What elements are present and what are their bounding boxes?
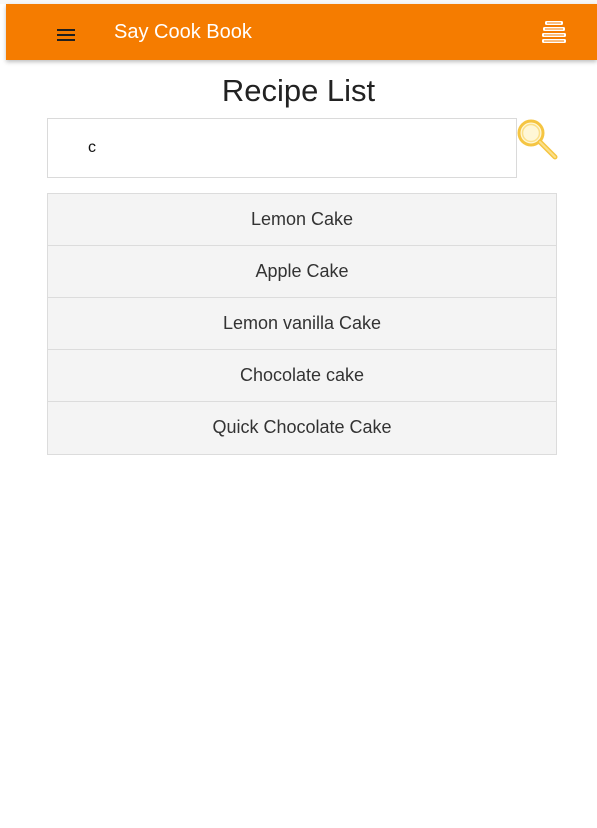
- recipe-item-lemon-cake[interactable]: Lemon Cake: [48, 194, 556, 246]
- search-input[interactable]: [48, 119, 516, 177]
- app-title: Say Cook Book: [114, 21, 252, 43]
- recipe-item-lemon-vanilla-cake[interactable]: Lemon vanilla Cake: [48, 298, 556, 350]
- app-toolbar: Say Cook Book: [6, 4, 597, 60]
- app-root: Say Cook Book Recipe List Lemon C: [0, 0, 597, 828]
- recipe-item-apple-cake[interactable]: Apple Cake: [48, 246, 556, 298]
- recipe-list: Lemon Cake Apple Cake Lemon vanilla Cake…: [47, 193, 557, 455]
- recipe-item-chocolate-cake[interactable]: Chocolate cake: [48, 350, 556, 402]
- search-field: [47, 118, 517, 178]
- magnifier-icon[interactable]: [515, 117, 559, 161]
- recipe-item-quick-chocolate-cake[interactable]: Quick Chocolate Cake: [48, 402, 556, 454]
- page-title: Recipe List: [221, 73, 376, 108]
- menu-icon[interactable]: [54, 22, 78, 46]
- book-stack-icon[interactable]: [541, 20, 567, 44]
